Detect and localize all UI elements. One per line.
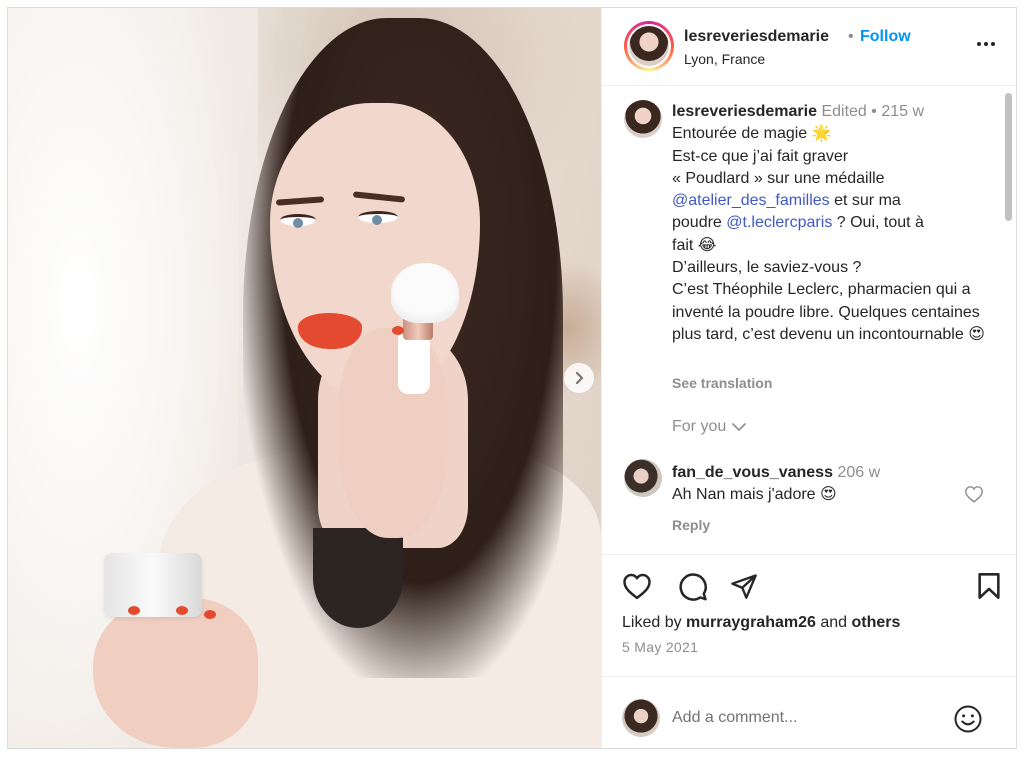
post-location[interactable]: Lyon, France <box>684 51 765 67</box>
post-actions-bar <box>602 568 1016 608</box>
comment-text: Ah Nan mais j'adore 😍 <box>672 486 837 503</box>
comment-reply-button[interactable]: Reply <box>672 517 710 533</box>
caption-line: et sur ma <box>829 192 901 210</box>
chevron-right-icon <box>575 371 584 385</box>
comment-body: fan_de_vous_vaness 206 w Ah Nan mais j'a… <box>672 462 962 506</box>
photo-left-hand <box>93 598 258 748</box>
commenter-username[interactable]: fan_de_vous_vaness <box>672 464 833 481</box>
photo-nail <box>176 606 188 615</box>
post-side-panel: lesreveriesdemarie • Follow Lyon, France… <box>601 8 1016 748</box>
caption-edited-label: Edited <box>821 103 867 120</box>
caption-mention-link[interactable]: @t.leclercparis <box>726 214 832 231</box>
carousel-next-button[interactable] <box>564 363 594 393</box>
photo-lips <box>298 313 362 349</box>
caption-line: ? Oui, tout à <box>832 214 924 232</box>
scrollbar-thumb[interactable] <box>1005 93 1012 221</box>
photo-nail <box>204 610 216 619</box>
caption-mention-link[interactable]: @atelier_des_familles <box>672 192 830 209</box>
comment-age[interactable]: 206 w <box>837 464 880 481</box>
commenter-avatar[interactable] <box>624 459 662 497</box>
heart-icon <box>623 573 651 600</box>
more-horizontal-icon <box>977 42 981 46</box>
likes-summary: Liked by murraygraham26 and others <box>622 614 900 632</box>
post-date[interactable]: 5 May 2021 <box>622 639 698 655</box>
caption-line: C’est Théophile Leclerc, pharmacien qui … <box>672 281 985 343</box>
heart-outline-icon <box>965 486 983 503</box>
like-button[interactable] <box>622 572 652 605</box>
current-user-avatar <box>622 699 660 737</box>
likes-user-link[interactable]: murraygraham26 <box>686 614 816 631</box>
caption-line: « Poudlard » sur une médaille <box>672 169 885 187</box>
send-icon <box>731 574 757 599</box>
emoji-button[interactable] <box>953 704 983 739</box>
for-you-label: For you <box>672 418 727 435</box>
likes-prefix: Liked by <box>622 614 687 631</box>
caption-age[interactable]: 215 w <box>881 103 924 120</box>
photo-nail <box>392 326 404 335</box>
likes-others-link[interactable]: others <box>851 614 900 631</box>
author-avatar[interactable] <box>624 21 674 71</box>
photo-left-eye <box>280 214 316 228</box>
caption-line: Est-ce que j’ai fait graver <box>672 147 849 165</box>
caption-line: poudre <box>672 214 727 232</box>
smiley-icon <box>954 705 982 733</box>
instagram-post: lesreveriesdemarie • Follow Lyon, France… <box>7 7 1017 749</box>
comments-section: lesreveriesdemarie Edited • 215 w Entour… <box>602 87 1016 555</box>
chevron-down-icon <box>732 423 747 431</box>
for-you-toggle[interactable]: For you <box>672 418 747 436</box>
add-comment-bar <box>602 676 1016 748</box>
likes-middle: and <box>815 614 852 631</box>
photo-nail <box>128 606 140 615</box>
more-options-button[interactable] <box>972 34 1000 54</box>
post-photo[interactable] <box>8 8 601 748</box>
header-separator: • <box>848 28 854 45</box>
add-comment-input[interactable] <box>672 701 942 735</box>
caption-text: lesreveriesdemarie Edited • 215 w Entour… <box>672 101 992 346</box>
caption-line: Entourée de magie 🌟 <box>672 125 832 143</box>
save-button[interactable] <box>976 572 1002 605</box>
photo-collar <box>313 528 403 628</box>
caption-line: D’ailleurs, le saviez-vous ? <box>672 259 862 277</box>
photo-right-hand <box>338 328 448 538</box>
caption-separator: • <box>871 103 877 120</box>
photo-right-eye <box>358 211 398 225</box>
comment-icon <box>679 573 707 601</box>
caption-username[interactable]: lesreveriesdemarie <box>672 103 817 120</box>
caption-author-avatar[interactable] <box>624 100 662 138</box>
comment-button[interactable] <box>678 572 708 607</box>
photo-brush-head <box>391 263 459 323</box>
follow-button[interactable]: Follow <box>860 28 911 46</box>
bookmark-icon <box>978 573 1000 599</box>
share-button[interactable] <box>730 572 758 605</box>
author-username[interactable]: lesreveriesdemarie <box>684 28 829 46</box>
see-translation-link[interactable]: See translation <box>672 375 772 391</box>
post-header: lesreveriesdemarie • Follow Lyon, France <box>602 8 1016 86</box>
caption-line: fait 😂 <box>672 236 717 254</box>
comments-scrollbar[interactable] <box>1003 91 1013 551</box>
comment-like-button[interactable] <box>964 485 984 508</box>
